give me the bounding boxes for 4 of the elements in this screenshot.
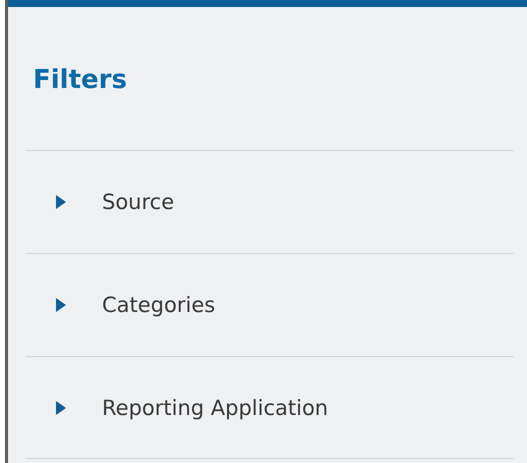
filter-section[interactable]: Source bbox=[26, 150, 514, 253]
panel-title: Filters bbox=[32, 64, 128, 95]
filter-section[interactable]: Reporting Application bbox=[26, 356, 514, 459]
filter-section[interactable]: Categories bbox=[26, 253, 514, 356]
